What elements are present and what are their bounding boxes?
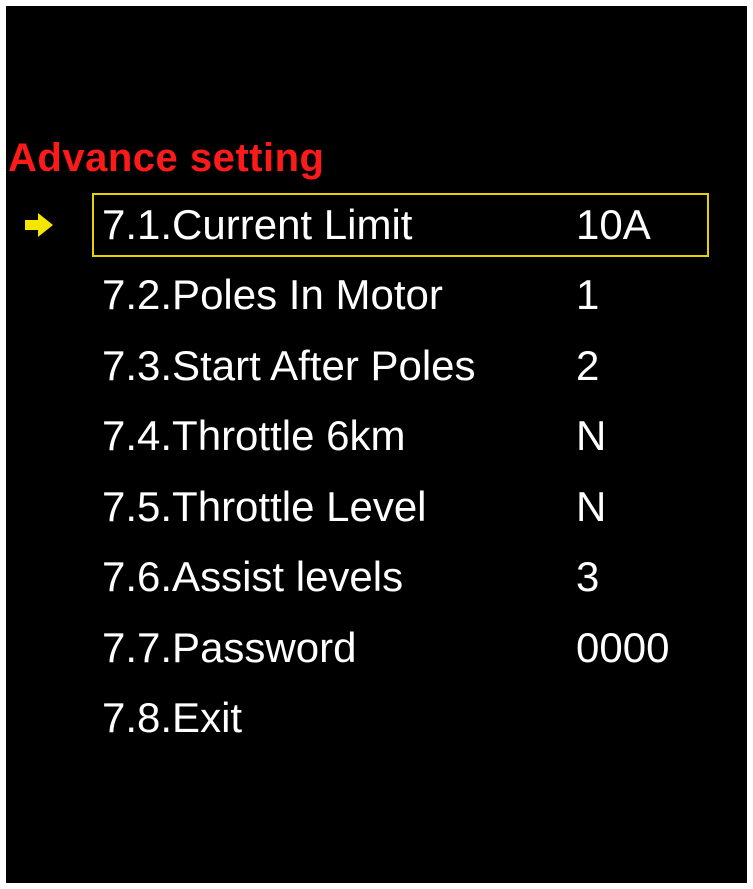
menu-item-value: N [576, 412, 607, 459]
menu-item-throttle-6km[interactable]: 7.4.Throttle 6km N [6, 403, 747, 469]
menu-item-start-after-poles[interactable]: 7.3.Start After Poles 2 [6, 333, 747, 399]
display-screen: Advance setting 7.1.Current Limit 10A 7.… [6, 6, 747, 883]
menu-item-throttle-level[interactable]: 7.5.Throttle Level N [6, 474, 747, 540]
menu-item-label: 7.8.Exit [102, 694, 243, 741]
menu-item-label: 7.7.Password [102, 624, 357, 671]
menu-item-password[interactable]: 7.7.Password 0000 [6, 615, 747, 681]
menu-item-label: 7.3.Start After Poles [102, 342, 476, 389]
page-title: Advance setting [8, 136, 325, 180]
menu-item-value: 1 [576, 271, 600, 318]
arrow-right-icon [25, 213, 53, 237]
menu-item-label: 7.6.Assist levels [102, 553, 404, 600]
menu-item-value: N [576, 483, 607, 530]
menu-item-label: 7.1.Current Limit [102, 201, 413, 248]
menu-item-label: 7.5.Throttle Level [102, 483, 427, 530]
menu-item-label: 7.4.Throttle 6km [102, 412, 406, 459]
menu-item-value: 3 [576, 553, 600, 600]
menu-item-poles-in-motor[interactable]: 7.2.Poles In Motor 1 [6, 262, 747, 328]
menu-item-exit[interactable]: 7.8.Exit [6, 685, 747, 751]
menu-item-value: 2 [576, 342, 600, 389]
menu-item-value: 0000 [576, 624, 670, 671]
menu-item-assist-levels[interactable]: 7.6.Assist levels 3 [6, 544, 747, 610]
menu-item-label: 7.2.Poles In Motor [102, 271, 443, 318]
menu-item-value: 10A [576, 201, 651, 248]
menu-item-current-limit[interactable]: 7.1.Current Limit 10A [6, 192, 747, 258]
